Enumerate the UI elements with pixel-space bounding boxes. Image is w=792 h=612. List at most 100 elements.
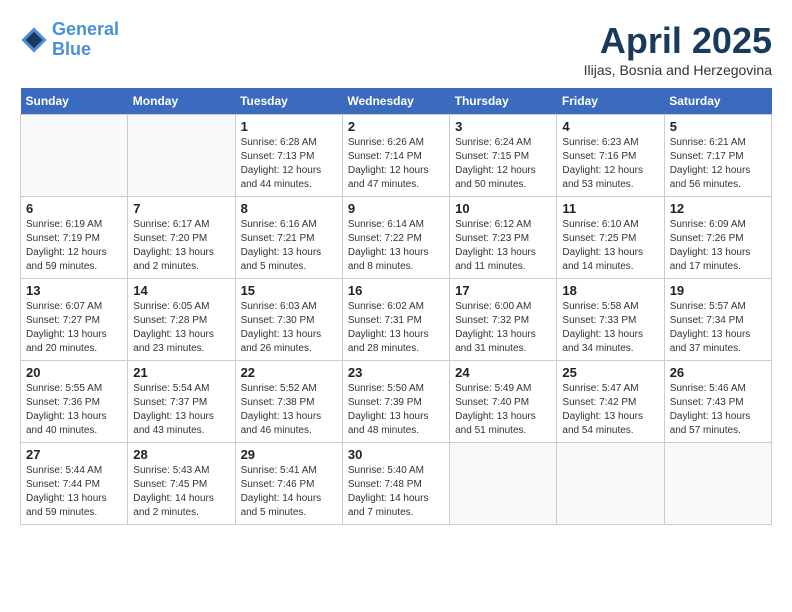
day-detail: Sunrise: 5:43 AMSunset: 7:45 PMDaylight:… — [133, 464, 229, 520]
day-detail: Sunrise: 5:58 AMSunset: 7:33 PMDaylight:… — [562, 300, 658, 356]
calendar-table: SundayMondayTuesdayWednesdayThursdayFrid… — [20, 88, 772, 525]
weekday-header-sunday: Sunday — [21, 88, 128, 115]
day-detail: Sunrise: 5:41 AMSunset: 7:46 PMDaylight:… — [241, 464, 337, 520]
weekday-header-saturday: Saturday — [664, 88, 771, 115]
day-cell: 30 Sunrise: 5:40 AMSunset: 7:48 PMDaylig… — [342, 443, 449, 525]
day-cell: 15 Sunrise: 6:03 AMSunset: 7:30 PMDaylig… — [235, 279, 342, 361]
weekday-header-wednesday: Wednesday — [342, 88, 449, 115]
day-number: 21 — [133, 365, 229, 380]
weekday-header-friday: Friday — [557, 88, 664, 115]
logo-icon — [20, 26, 48, 54]
day-cell: 9 Sunrise: 6:14 AMSunset: 7:22 PMDayligh… — [342, 197, 449, 279]
day-cell — [21, 115, 128, 197]
day-detail: Sunrise: 5:44 AMSunset: 7:44 PMDaylight:… — [26, 464, 122, 520]
week-row-3: 13 Sunrise: 6:07 AMSunset: 7:27 PMDaylig… — [21, 279, 772, 361]
day-number: 15 — [241, 283, 337, 298]
day-cell: 28 Sunrise: 5:43 AMSunset: 7:45 PMDaylig… — [128, 443, 235, 525]
day-cell: 21 Sunrise: 5:54 AMSunset: 7:37 PMDaylig… — [128, 361, 235, 443]
day-detail: Sunrise: 5:40 AMSunset: 7:48 PMDaylight:… — [348, 464, 444, 520]
day-detail: Sunrise: 6:05 AMSunset: 7:28 PMDaylight:… — [133, 300, 229, 356]
day-number: 12 — [670, 201, 766, 216]
day-detail: Sunrise: 6:28 AMSunset: 7:13 PMDaylight:… — [241, 136, 337, 192]
day-number: 4 — [562, 119, 658, 134]
day-detail: Sunrise: 6:24 AMSunset: 7:15 PMDaylight:… — [455, 136, 551, 192]
week-row-4: 20 Sunrise: 5:55 AMSunset: 7:36 PMDaylig… — [21, 361, 772, 443]
day-number: 25 — [562, 365, 658, 380]
day-detail: Sunrise: 6:09 AMSunset: 7:26 PMDaylight:… — [670, 218, 766, 274]
day-cell: 22 Sunrise: 5:52 AMSunset: 7:38 PMDaylig… — [235, 361, 342, 443]
day-detail: Sunrise: 6:26 AMSunset: 7:14 PMDaylight:… — [348, 136, 444, 192]
day-cell: 14 Sunrise: 6:05 AMSunset: 7:28 PMDaylig… — [128, 279, 235, 361]
day-number: 10 — [455, 201, 551, 216]
day-detail: Sunrise: 5:52 AMSunset: 7:38 PMDaylight:… — [241, 382, 337, 438]
month-title: April 2025 — [584, 20, 772, 62]
logo-blue: Blue — [52, 39, 91, 59]
day-number: 3 — [455, 119, 551, 134]
day-number: 22 — [241, 365, 337, 380]
day-cell — [128, 115, 235, 197]
day-number: 27 — [26, 447, 122, 462]
day-cell: 11 Sunrise: 6:10 AMSunset: 7:25 PMDaylig… — [557, 197, 664, 279]
day-detail: Sunrise: 5:46 AMSunset: 7:43 PMDaylight:… — [670, 382, 766, 438]
day-detail: Sunrise: 6:12 AMSunset: 7:23 PMDaylight:… — [455, 218, 551, 274]
day-detail: Sunrise: 6:03 AMSunset: 7:30 PMDaylight:… — [241, 300, 337, 356]
day-cell: 6 Sunrise: 6:19 AMSunset: 7:19 PMDayligh… — [21, 197, 128, 279]
week-row-1: 1 Sunrise: 6:28 AMSunset: 7:13 PMDayligh… — [21, 115, 772, 197]
day-cell: 2 Sunrise: 6:26 AMSunset: 7:14 PMDayligh… — [342, 115, 449, 197]
day-number: 29 — [241, 447, 337, 462]
day-cell: 5 Sunrise: 6:21 AMSunset: 7:17 PMDayligh… — [664, 115, 771, 197]
title-block: April 2025 Ilijas, Bosnia and Herzegovin… — [584, 20, 772, 78]
day-cell — [664, 443, 771, 525]
day-number: 6 — [26, 201, 122, 216]
day-number: 7 — [133, 201, 229, 216]
day-number: 8 — [241, 201, 337, 216]
day-number: 16 — [348, 283, 444, 298]
location-subtitle: Ilijas, Bosnia and Herzegovina — [584, 62, 772, 78]
day-detail: Sunrise: 6:23 AMSunset: 7:16 PMDaylight:… — [562, 136, 658, 192]
day-number: 14 — [133, 283, 229, 298]
day-number: 13 — [26, 283, 122, 298]
day-cell — [557, 443, 664, 525]
day-cell: 17 Sunrise: 6:00 AMSunset: 7:32 PMDaylig… — [450, 279, 557, 361]
day-cell: 25 Sunrise: 5:47 AMSunset: 7:42 PMDaylig… — [557, 361, 664, 443]
day-cell: 1 Sunrise: 6:28 AMSunset: 7:13 PMDayligh… — [235, 115, 342, 197]
weekday-header-thursday: Thursday — [450, 88, 557, 115]
weekday-header-monday: Monday — [128, 88, 235, 115]
day-cell: 16 Sunrise: 6:02 AMSunset: 7:31 PMDaylig… — [342, 279, 449, 361]
day-cell: 7 Sunrise: 6:17 AMSunset: 7:20 PMDayligh… — [128, 197, 235, 279]
day-cell: 29 Sunrise: 5:41 AMSunset: 7:46 PMDaylig… — [235, 443, 342, 525]
calendar-body: 1 Sunrise: 6:28 AMSunset: 7:13 PMDayligh… — [21, 115, 772, 525]
weekday-header-tuesday: Tuesday — [235, 88, 342, 115]
day-cell: 19 Sunrise: 5:57 AMSunset: 7:34 PMDaylig… — [664, 279, 771, 361]
day-cell: 12 Sunrise: 6:09 AMSunset: 7:26 PMDaylig… — [664, 197, 771, 279]
calendar-header: SundayMondayTuesdayWednesdayThursdayFrid… — [21, 88, 772, 115]
day-number: 1 — [241, 119, 337, 134]
day-cell: 26 Sunrise: 5:46 AMSunset: 7:43 PMDaylig… — [664, 361, 771, 443]
day-detail: Sunrise: 6:21 AMSunset: 7:17 PMDaylight:… — [670, 136, 766, 192]
day-number: 23 — [348, 365, 444, 380]
day-cell: 3 Sunrise: 6:24 AMSunset: 7:15 PMDayligh… — [450, 115, 557, 197]
day-detail: Sunrise: 6:10 AMSunset: 7:25 PMDaylight:… — [562, 218, 658, 274]
day-number: 11 — [562, 201, 658, 216]
day-number: 17 — [455, 283, 551, 298]
day-cell: 27 Sunrise: 5:44 AMSunset: 7:44 PMDaylig… — [21, 443, 128, 525]
day-detail: Sunrise: 5:47 AMSunset: 7:42 PMDaylight:… — [562, 382, 658, 438]
day-detail: Sunrise: 6:07 AMSunset: 7:27 PMDaylight:… — [26, 300, 122, 356]
day-number: 28 — [133, 447, 229, 462]
day-number: 30 — [348, 447, 444, 462]
weekday-header-row: SundayMondayTuesdayWednesdayThursdayFrid… — [21, 88, 772, 115]
day-detail: Sunrise: 6:00 AMSunset: 7:32 PMDaylight:… — [455, 300, 551, 356]
day-cell: 13 Sunrise: 6:07 AMSunset: 7:27 PMDaylig… — [21, 279, 128, 361]
week-row-5: 27 Sunrise: 5:44 AMSunset: 7:44 PMDaylig… — [21, 443, 772, 525]
day-cell: 18 Sunrise: 5:58 AMSunset: 7:33 PMDaylig… — [557, 279, 664, 361]
day-detail: Sunrise: 5:55 AMSunset: 7:36 PMDaylight:… — [26, 382, 122, 438]
week-row-2: 6 Sunrise: 6:19 AMSunset: 7:19 PMDayligh… — [21, 197, 772, 279]
logo-text: General Blue — [52, 20, 119, 60]
day-cell: 8 Sunrise: 6:16 AMSunset: 7:21 PMDayligh… — [235, 197, 342, 279]
day-number: 24 — [455, 365, 551, 380]
day-cell: 23 Sunrise: 5:50 AMSunset: 7:39 PMDaylig… — [342, 361, 449, 443]
logo-general: General — [52, 19, 119, 39]
day-detail: Sunrise: 6:17 AMSunset: 7:20 PMDaylight:… — [133, 218, 229, 274]
day-detail: Sunrise: 6:14 AMSunset: 7:22 PMDaylight:… — [348, 218, 444, 274]
day-number: 18 — [562, 283, 658, 298]
